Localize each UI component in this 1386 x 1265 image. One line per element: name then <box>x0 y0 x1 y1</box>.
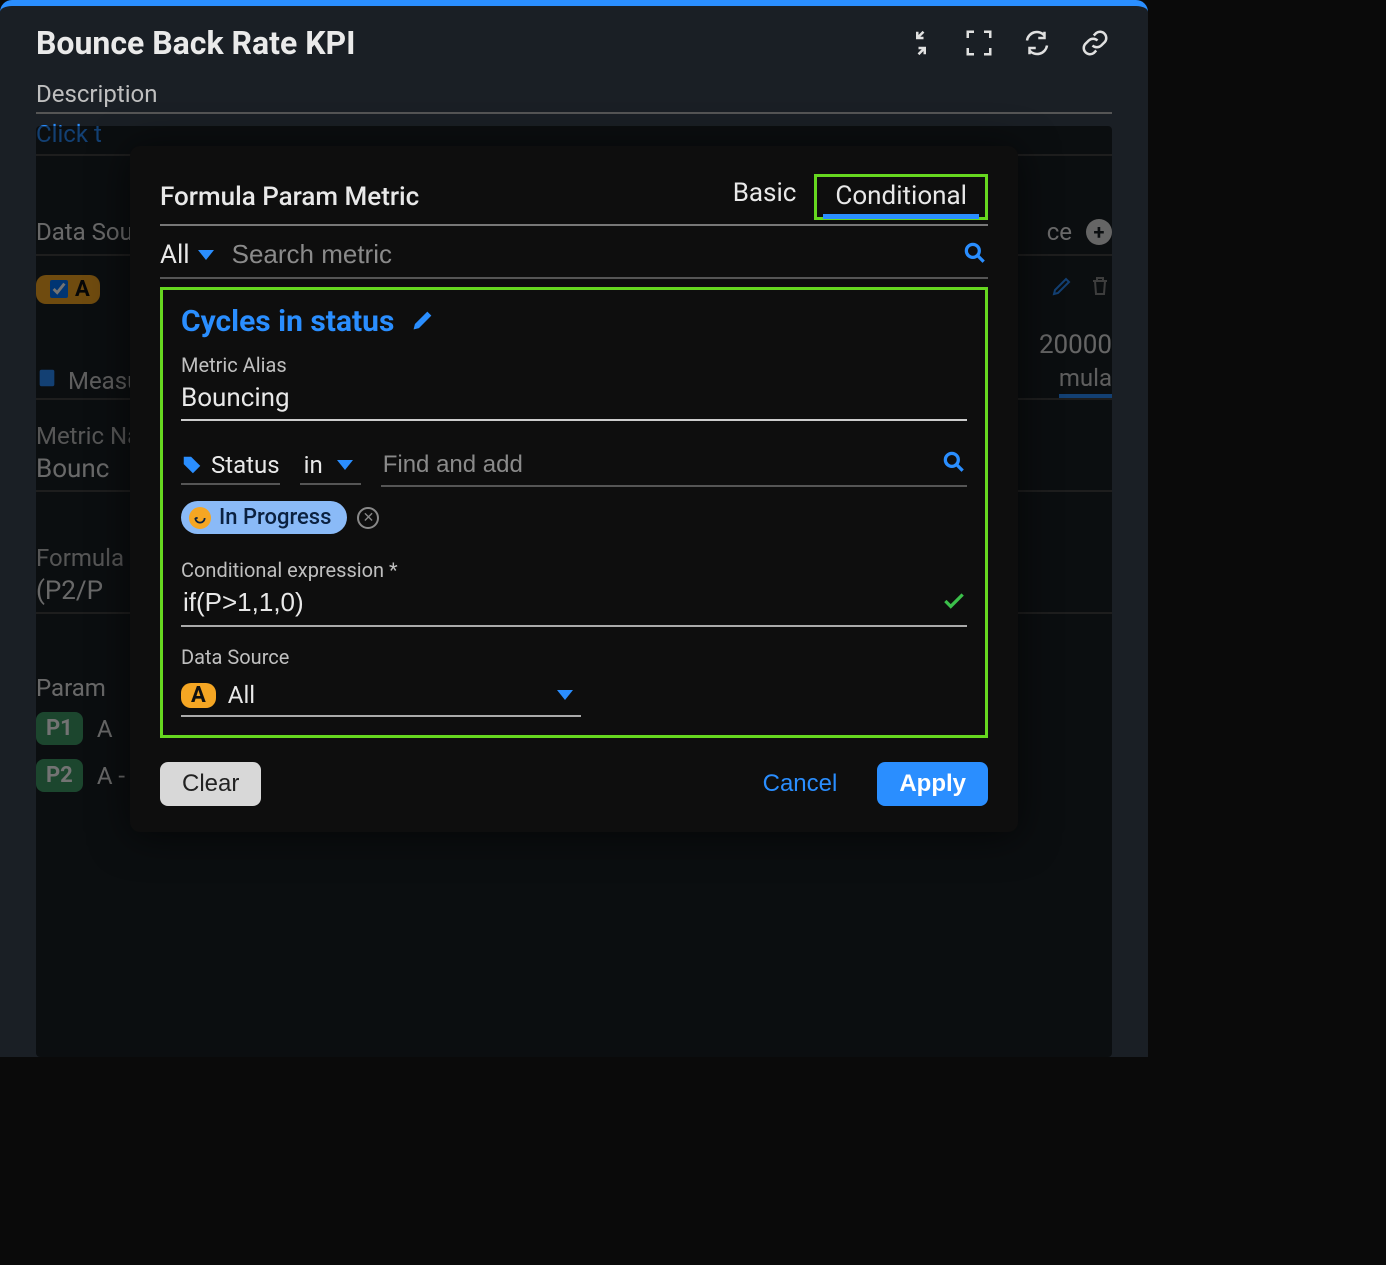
tag-icon <box>181 454 203 476</box>
filter-value-chip[interactable]: In Progress <box>181 501 347 534</box>
datasource-select-label: All <box>228 681 255 709</box>
filter-operator-label: in <box>304 451 323 479</box>
cancel-button[interactable]: Cancel <box>741 762 860 806</box>
expression-row <box>181 586 967 627</box>
header-actions <box>904 26 1112 60</box>
status-icon <box>189 507 211 529</box>
tab-conditional[interactable]: Conditional <box>814 174 988 220</box>
alias-input[interactable]: Bouncing <box>181 377 967 421</box>
remove-chip-button[interactable]: ✕ <box>357 507 379 529</box>
datasource-label: Data Source <box>181 645 967 669</box>
apply-button[interactable]: Apply <box>877 762 988 806</box>
collapse-icon[interactable] <box>904 26 938 60</box>
filter-value-search <box>381 449 967 487</box>
link-icon[interactable] <box>1078 26 1112 60</box>
expression-label: Conditional expression * <box>181 558 967 582</box>
filter-value-input[interactable] <box>381 450 941 480</box>
modal-actions: Clear Cancel Apply <box>160 762 988 806</box>
modal-header: Formula Param Metric Basic Conditional <box>160 174 988 226</box>
header: Bounce Back Rate KPI <box>0 6 1148 74</box>
modal-tabs: Basic Conditional <box>715 174 988 220</box>
search-icon[interactable] <box>941 449 967 481</box>
modal-title: Formula Param Metric <box>160 182 715 212</box>
expression-input[interactable] <box>181 586 941 619</box>
datasource-select[interactable]: A All <box>181 675 581 717</box>
tab-basic[interactable]: Basic <box>715 174 815 220</box>
refresh-icon[interactable] <box>1020 26 1054 60</box>
kpi-editor-window: Bounce Back Rate KPI Description Click t… <box>0 0 1148 1057</box>
selected-filter-values: In Progress ✕ <box>181 501 967 534</box>
chevron-down-icon <box>198 250 214 260</box>
search-metric-input[interactable] <box>230 238 946 271</box>
clear-button[interactable]: Clear <box>160 762 261 806</box>
scope-dropdown[interactable]: All <box>160 240 214 270</box>
search-icon[interactable] <box>962 240 988 270</box>
fullscreen-icon[interactable] <box>962 26 996 60</box>
chevron-down-icon <box>557 690 573 700</box>
alias-label: Metric Alias <box>181 353 967 377</box>
metric-title-row: Cycles in status <box>181 304 967 339</box>
formula-param-modal: Formula Param Metric Basic Conditional A… <box>130 146 1018 832</box>
chevron-down-icon <box>337 460 353 470</box>
filter-field-label: Status <box>211 451 280 479</box>
datasource-chip: A <box>181 683 216 708</box>
edit-metric-icon[interactable] <box>410 307 436 337</box>
metric-search-row: All <box>160 238 988 279</box>
metric-title[interactable]: Cycles in status <box>181 304 394 339</box>
filter-row: Status in <box>181 449 967 487</box>
valid-check-icon <box>941 588 967 618</box>
filter-operator[interactable]: in <box>300 451 361 485</box>
filter-field[interactable]: Status <box>181 451 280 485</box>
filter-value-chip-label: In Progress <box>219 505 331 530</box>
description-label: Description <box>36 80 1112 114</box>
conditional-config-panel: Cycles in status Metric Alias Bouncing S… <box>160 287 988 738</box>
scope-dropdown-label: All <box>160 240 190 270</box>
page-title: Bounce Back Rate KPI <box>36 24 904 62</box>
